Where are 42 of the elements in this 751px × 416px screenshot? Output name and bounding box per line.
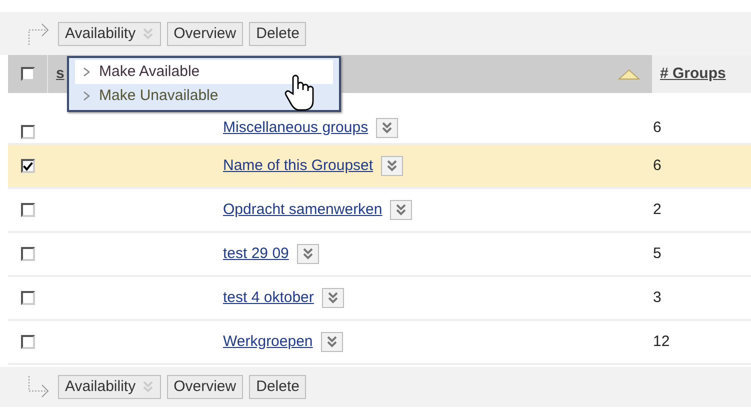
- toolbar-button[interactable]: Delete: [249, 22, 306, 46]
- toolbar-button[interactable]: Overview: [166, 22, 244, 46]
- context-menu-button[interactable]: [390, 200, 412, 220]
- toolbar-button[interactable]: Delete: [249, 375, 306, 399]
- table-cell-text: 6: [653, 156, 662, 176]
- context-menu-button[interactable]: [320, 332, 343, 352]
- groupset-link[interactable]: test 4 oktober: [223, 286, 314, 310]
- checkbox[interactable]: [20, 67, 34, 81]
- groupset-link[interactable]: Werkgroepen: [223, 330, 313, 354]
- groupset-link[interactable]: Miscellaneous groups: [223, 116, 368, 139]
- checkbox[interactable]: [21, 203, 35, 217]
- context-menu-button[interactable]: [376, 118, 398, 138]
- menu-item[interactable]: Make Available: [75, 60, 333, 84]
- table-cell-text: 5: [653, 244, 662, 264]
- table-cell-text: 12: [653, 332, 671, 352]
- dropdown-button[interactable]: Availability: [58, 375, 161, 399]
- menu-item[interactable]: Make Unavailable: [75, 84, 333, 108]
- chevron-icon: [381, 122, 394, 134]
- context-menu-button[interactable]: [296, 244, 319, 264]
- checkbox[interactable]: [21, 335, 35, 349]
- groupset-link[interactable]: Name of this Groupset: [223, 154, 374, 178]
- table-cell-text: 2: [653, 200, 662, 220]
- groupset-link[interactable]: test 29 09: [223, 242, 289, 266]
- context-menu-button[interactable]: [322, 288, 344, 308]
- chevron-icon: [326, 336, 338, 348]
- column-header[interactable]: s: [56, 62, 64, 86]
- chevron-icon: [395, 204, 408, 216]
- chevron-icon: [302, 248, 314, 260]
- checkbox[interactable]: [21, 159, 35, 173]
- chevron-icon: [386, 160, 398, 172]
- checkbox[interactable]: [21, 247, 35, 261]
- chevron-icon: [326, 292, 339, 304]
- chevron-icon: [142, 381, 154, 393]
- checkbox[interactable]: [21, 291, 35, 305]
- table-cell-text: 6: [653, 118, 662, 138]
- checkbox[interactable]: [21, 125, 35, 139]
- table-cell-text: 3: [653, 288, 662, 308]
- dropdown-button[interactable]: Availability: [58, 22, 161, 46]
- context-menu-button[interactable]: [381, 156, 404, 176]
- chevron-icon: [142, 28, 154, 40]
- toolbar-button[interactable]: Overview: [166, 375, 244, 399]
- groupset-link[interactable]: Opdracht samenwerken: [223, 198, 382, 222]
